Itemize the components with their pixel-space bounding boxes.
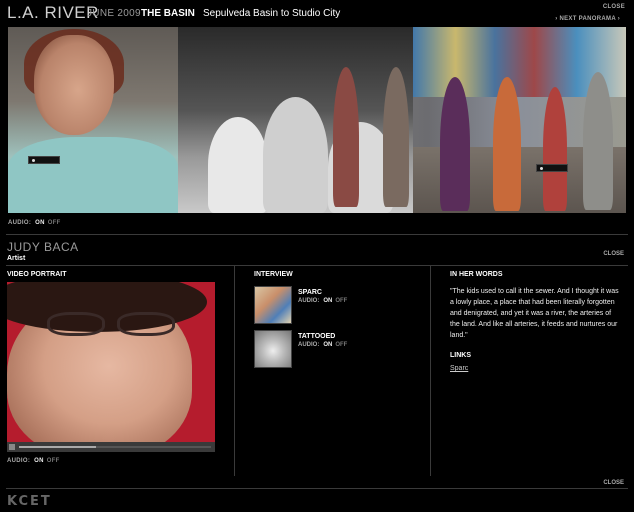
audio-label: AUDIO:: [7, 458, 31, 464]
panorama-image[interactable]: [8, 27, 626, 213]
video-scrubber[interactable]: [19, 446, 211, 448]
section-subtitle: Sepulveda Basin to Studio City: [203, 8, 341, 19]
hotspot-marker[interactable]: [28, 156, 60, 164]
interview-item-title[interactable]: TATTOOED: [298, 333, 335, 340]
divider: [6, 265, 628, 266]
video-player[interactable]: [7, 282, 215, 442]
audio-off-button[interactable]: OFF: [335, 342, 347, 348]
interview-item-title[interactable]: SPARC: [298, 289, 322, 296]
close-bottom-button[interactable]: CLOSE: [603, 480, 624, 486]
panorama-audio-control: AUDIO: ON OFF: [8, 220, 61, 226]
audio-on-button[interactable]: ON: [323, 342, 332, 348]
figure: [543, 87, 567, 211]
figure: [440, 77, 470, 211]
glasses: [47, 312, 177, 340]
audio-on-button[interactable]: ON: [323, 298, 332, 304]
play-pause-button[interactable]: [9, 444, 15, 450]
figure: [333, 67, 359, 207]
link-sparc[interactable]: Sparc: [450, 365, 468, 372]
quote-text: "The kids used to call it the sewer. And…: [450, 288, 619, 339]
links-title: LINKS: [450, 352, 471, 359]
interview-thumbnail[interactable]: [254, 330, 292, 368]
interview-audio-control: AUDIO: ON OFF: [298, 342, 347, 348]
person-name: JUDY BACA: [7, 240, 79, 254]
kcet-logo: KCET: [7, 494, 52, 509]
column-separator: [430, 266, 431, 476]
header: L.A. RIVER JUNE 2009 THE BASIN Sepulveda…: [0, 0, 634, 26]
audio-label: AUDIO:: [8, 220, 32, 226]
figure: [263, 97, 328, 213]
figure: [583, 72, 613, 210]
audio-on-button[interactable]: ON: [35, 220, 45, 226]
shirt: [8, 137, 178, 213]
interview-audio-control: AUDIO: ON OFF: [298, 298, 347, 304]
close-button[interactable]: CLOSE: [603, 4, 625, 10]
historic-photo: [178, 27, 413, 213]
in-her-words-title: IN HER WORDS: [450, 271, 503, 278]
video-progress: [19, 446, 96, 448]
interview-item-tattooed[interactable]: TATTOOED AUDIO: ON OFF: [254, 330, 424, 370]
audio-label: AUDIO:: [298, 298, 320, 304]
video-controls: [7, 442, 215, 452]
divider: [6, 234, 628, 235]
section-title: THE BASIN: [141, 8, 195, 19]
audio-off-button[interactable]: OFF: [335, 298, 347, 304]
site-title: L.A. RIVER: [7, 3, 99, 22]
interview-item-sparc[interactable]: SPARC AUDIO: ON OFF: [254, 286, 424, 326]
video-audio-control: AUDIO: ON OFF: [7, 458, 60, 464]
figure: [208, 117, 268, 213]
face: [34, 35, 114, 135]
hotspot-marker[interactable]: [536, 164, 568, 172]
audio-off-button[interactable]: OFF: [47, 458, 60, 464]
audio-label: AUDIO:: [298, 342, 320, 348]
figure: [383, 67, 409, 207]
next-panorama-link[interactable]: › NEXT PANORAMA ›: [555, 16, 620, 22]
interview-thumbnail[interactable]: [254, 286, 292, 324]
audio-off-button[interactable]: OFF: [48, 220, 61, 226]
figure: [493, 77, 521, 211]
person-role: Artist: [7, 255, 26, 262]
video-portrait-title: VIDEO PORTRAIT: [7, 271, 67, 278]
audio-on-button[interactable]: ON: [34, 458, 44, 464]
issue-date: JUNE 2009: [87, 8, 141, 19]
close-person-button[interactable]: CLOSE: [603, 251, 624, 257]
interview-title: INTERVIEW: [254, 271, 293, 278]
divider: [6, 488, 628, 489]
portrait-judy-baca: [8, 27, 178, 213]
column-separator: [234, 266, 235, 476]
